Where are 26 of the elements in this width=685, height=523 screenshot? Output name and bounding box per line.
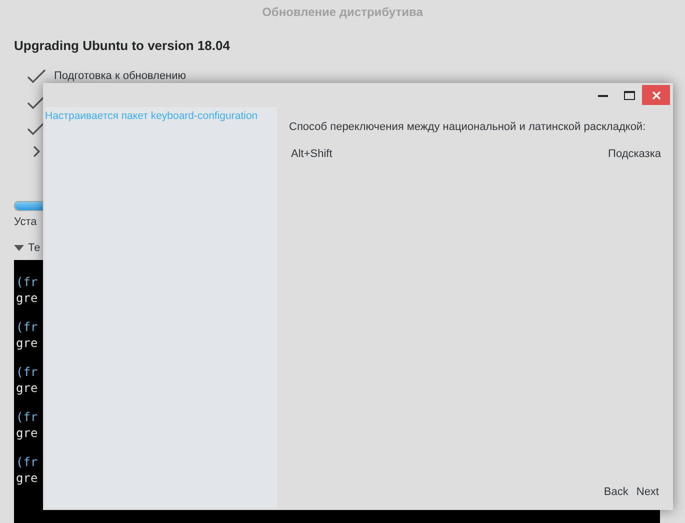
option-value[interactable]: Alt+Shift [291, 148, 332, 160]
terminal-line: gre [16, 291, 38, 305]
hint-label: Подсказка [608, 148, 661, 160]
terminal-line: (fr [16, 365, 38, 379]
maximize-icon [624, 90, 634, 100]
terminal-line: gre [16, 471, 38, 485]
terminal-line: (fr [16, 320, 38, 334]
terminal-toggle-label[interactable]: Те [28, 242, 40, 254]
terminal-line: gre [16, 426, 38, 440]
terminal-line: (fr [16, 410, 38, 424]
minimize-icon [598, 94, 608, 96]
question-label: Способ переключения между национальной и латинской раскладкой: [289, 121, 647, 133]
step-label: Подготовка к обновлению [54, 70, 186, 82]
nav-button[interactable]: Back [602, 486, 630, 498]
terminal-line: (fr [16, 275, 38, 289]
progress-message: Настраивается пакет keyboard-configuration [45, 110, 258, 122]
close-button[interactable] [642, 85, 670, 105]
terminal-line: gre [16, 381, 38, 395]
close-icon [652, 90, 660, 100]
window-title: Обновление дистрибутива [261, 4, 424, 21]
nav-button[interactable]: Next [634, 486, 661, 498]
terminal-line: (fr [16, 455, 38, 469]
terminal-line: gre [16, 336, 38, 350]
status-text: Уста [14, 216, 38, 228]
triangle-down-icon[interactable] [14, 244, 24, 252]
upgrade-heading: Upgrading Ubuntu to version 18.04 [14, 38, 231, 53]
